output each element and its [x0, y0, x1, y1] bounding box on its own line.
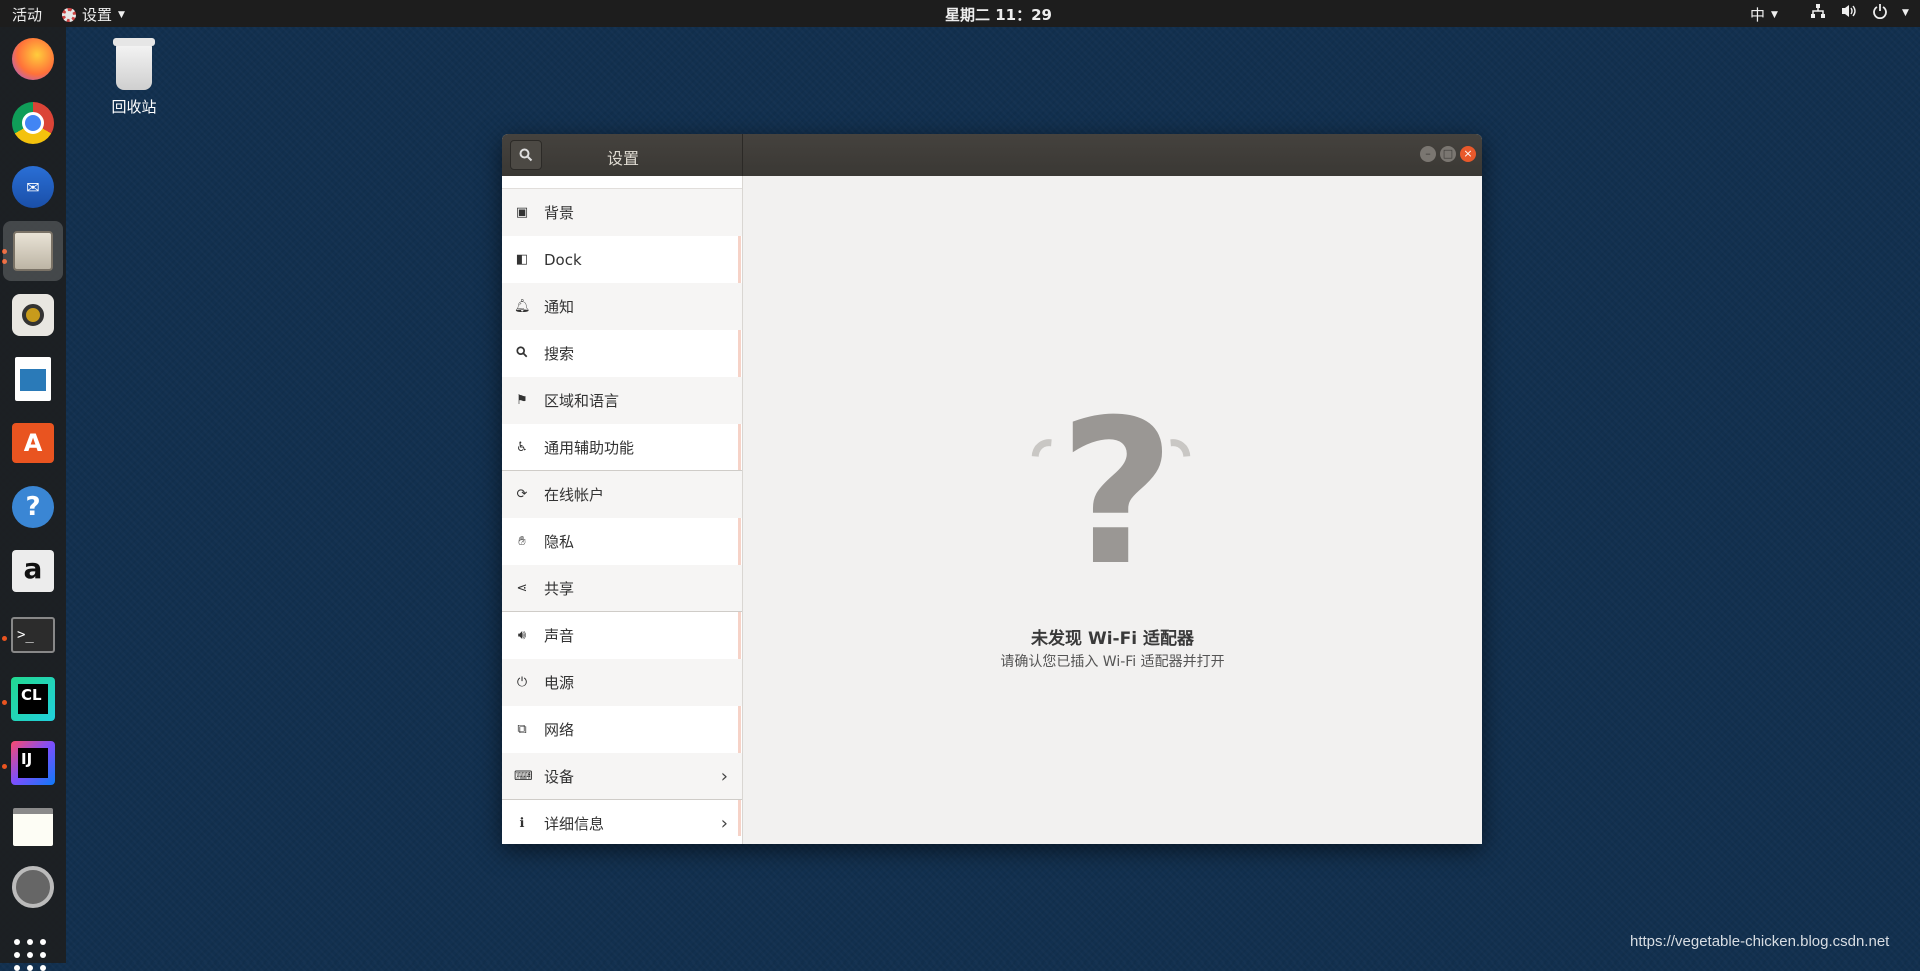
sidebar-item-sharing[interactable]: ⋖ 共享 — [502, 565, 742, 612]
terminal-icon[interactable]: >_ — [9, 611, 57, 659]
sidebar-item-devices[interactable]: ⌨︎ 设备 › — [502, 753, 742, 800]
sidebar-item-details[interactable]: ℹ 详细信息 › — [502, 800, 742, 844]
sidebar-item-label: 详细信息 — [544, 815, 605, 833]
no-wifi-question-icon: ? — [1023, 394, 1199, 594]
background-icon: ▣ — [515, 205, 529, 220]
chrome-icon[interactable] — [9, 99, 57, 147]
search-icon — [519, 148, 533, 162]
sidebar-item-online-accounts[interactable]: ⟳ 在线帐户 — [502, 471, 742, 518]
close-button[interactable]: × — [1460, 146, 1476, 162]
clion-icon[interactable]: CL — [9, 675, 57, 723]
sidebar-item-region-language[interactable]: ⚑ 区域和语言 — [502, 377, 742, 424]
devices-icon: ⌨︎ — [514, 768, 533, 784]
running-indicator — [2, 700, 7, 705]
running-indicator — [2, 764, 7, 769]
sidebar-item-label: 背景 — [544, 204, 575, 222]
show-applications-icon[interactable] — [14, 939, 46, 971]
top-bar: 活动 设置 ▼ 星期二 11：29 中 ▼ ▼ — [0, 0, 1920, 27]
text-editor-icon[interactable] — [9, 803, 57, 851]
desktop-trash[interactable]: 回收站 — [104, 38, 164, 117]
region-icon: ⚑ — [516, 393, 528, 408]
search-icon — [514, 345, 530, 362]
intellij-icon[interactable]: IJ — [9, 739, 57, 787]
software-center-icon[interactable]: A — [9, 419, 57, 467]
window-title: 设置 — [607, 149, 640, 168]
search-button[interactable] — [510, 140, 542, 170]
thunderbird-icon[interactable]: ✉ — [9, 163, 57, 211]
settings-window: 设置 – □ × ▣ 背景 ◧ Dock 🔔︎ 通知 搜索 ⚑ 区域和语言 ♿︎… — [502, 134, 1482, 844]
sidebar-item-search[interactable]: 搜索 — [502, 330, 742, 377]
dock-icon: ◧ — [515, 252, 529, 267]
amazon-icon[interactable]: a — [9, 547, 57, 595]
files-icon[interactable] — [3, 221, 63, 281]
sidebar-item-label: 声音 — [544, 627, 575, 645]
chevron-down-icon: ▼ — [118, 9, 125, 20]
settings-content: ? 未发现 Wi-Fi 适配器 请确认您已插入 Wi-Fi 适配器并打开 — [743, 176, 1482, 844]
power-plug-icon: ⏻ — [516, 675, 528, 690]
network-icon: ⧉ — [517, 722, 527, 737]
titlebar-divider — [742, 134, 743, 176]
activities-button[interactable]: 活动 — [12, 4, 42, 25]
firefox-icon[interactable] — [9, 35, 57, 83]
watermark: https://vegetable-chicken.blog.csdn.net — [1630, 933, 1890, 950]
sidebar-item-power[interactable]: ⏻ 电源 — [502, 659, 742, 706]
sidebar-item-label: 共享 — [544, 579, 575, 598]
maximize-button[interactable]: □ — [1440, 146, 1456, 162]
sidebar-top-edge — [502, 176, 742, 189]
power-icon — [1872, 3, 1888, 23]
trash-label: 回收站 — [111, 98, 157, 116]
sidebar-item-label: 隐私 — [544, 533, 575, 551]
writer-icon[interactable] — [9, 355, 57, 403]
bell-icon: 🔔︎ — [514, 299, 531, 314]
network-icon — [1810, 3, 1826, 23]
sidebar-item-label: 通用辅助功能 — [544, 438, 635, 457]
share-icon: ⋖ — [516, 580, 528, 596]
window-titlebar[interactable]: 设置 – □ × — [502, 134, 1482, 176]
chevron-right-icon: › — [720, 765, 728, 787]
chevron-right-icon: › — [720, 813, 728, 834]
sidebar-item-sound[interactable]: 🔊︎ 声音 — [502, 612, 742, 659]
sidebar-item-network[interactable]: ⧉ 网络 — [502, 706, 742, 753]
volume-icon — [1840, 3, 1858, 23]
app-menu-label: 设置 — [82, 6, 113, 24]
sidebar-item-label: 在线帐户 — [544, 486, 605, 504]
privacy-hand-icon: ✋︎ — [518, 534, 526, 549]
chevron-down-icon: ▼ — [1902, 8, 1909, 18]
sidebar-item-label: 区域和语言 — [544, 392, 620, 410]
help-icon[interactable]: ? — [9, 483, 57, 531]
video-player-icon[interactable] — [9, 863, 57, 911]
trash-icon — [113, 38, 155, 90]
sidebar-item-dock[interactable]: ◧ Dock — [502, 236, 742, 283]
clock[interactable]: 星期二 11：29 — [945, 4, 1052, 25]
info-icon: ℹ — [519, 816, 525, 831]
rhythmbox-icon[interactable] — [9, 291, 57, 339]
sidebar-item-label: 网络 — [544, 721, 575, 739]
sidebar-item-label: Dock — [544, 250, 582, 269]
sidebar-item-privacy[interactable]: ✋︎ 隐私 — [502, 518, 742, 565]
running-indicator — [2, 636, 7, 641]
sidebar-item-label: 设备 — [544, 767, 575, 786]
settings-app-icon — [62, 7, 76, 22]
empty-state-subtitle: 请确认您已插入 Wi-Fi 适配器并打开 — [1000, 654, 1225, 670]
accessibility-icon: ♿︎ — [516, 439, 528, 455]
sidebar-item-accessibility[interactable]: ♿︎ 通用辅助功能 — [502, 424, 742, 471]
sidebar-item-background[interactable]: ▣ 背景 — [502, 189, 742, 236]
dock: ✉ A ? a >_ CL IJ — [0, 27, 66, 971]
speaker-icon: 🔊︎ — [517, 628, 527, 643]
settings-sidebar: ▣ 背景 ◧ Dock 🔔︎ 通知 搜索 ⚑ 区域和语言 ♿︎ 通用辅助功能 ⟳… — [502, 176, 743, 844]
empty-state-title: 未发现 Wi-Fi 适配器 — [1031, 629, 1194, 649]
app-menu[interactable]: 设置 ▼ — [62, 4, 125, 25]
input-method-label: 中 — [1750, 6, 1766, 24]
sidebar-item-label: 电源 — [544, 674, 575, 692]
sidebar-item-label: 搜索 — [544, 345, 575, 363]
window-controls: – □ × — [1420, 146, 1476, 162]
sidebar-item-notifications[interactable]: 🔔︎ 通知 — [502, 283, 742, 330]
minimize-button[interactable]: – — [1420, 146, 1436, 162]
online-accounts-icon: ⟳ — [516, 487, 528, 502]
chevron-down-icon: ▼ — [1771, 9, 1778, 20]
input-method-menu[interactable]: 中 ▼ — [1750, 4, 1778, 25]
system-tray[interactable]: ▼ — [1810, 3, 1909, 23]
sidebar-item-label: 通知 — [544, 298, 575, 316]
